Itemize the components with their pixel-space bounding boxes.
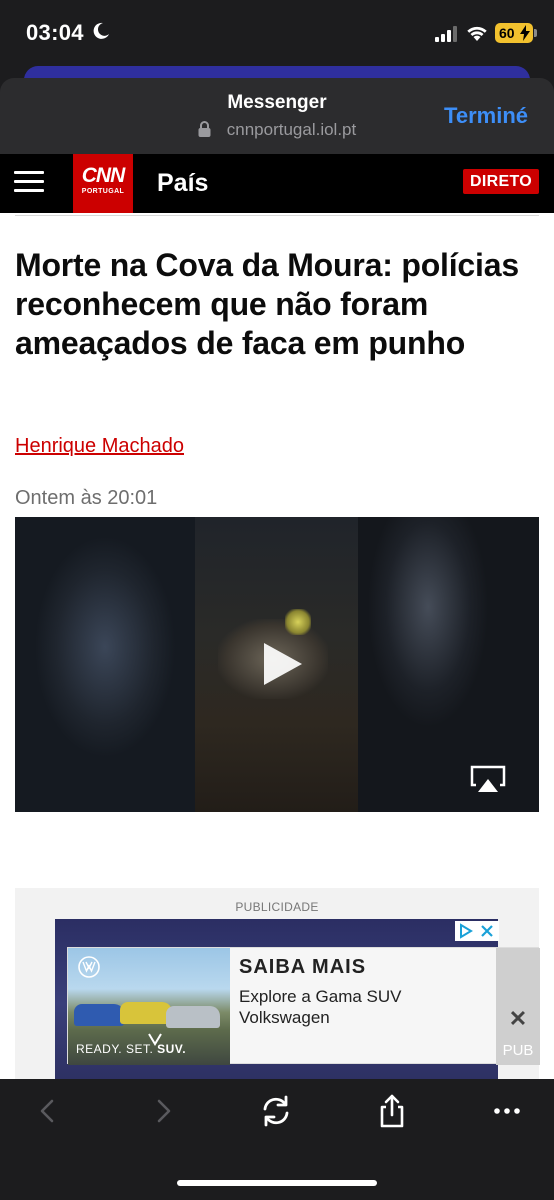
ad-cta-body[interactable]: Explore a Gama SUV Volkswagen xyxy=(239,986,439,1028)
status-bar: 03:04 60 xyxy=(0,0,554,66)
advertisement: PUBLICIDADE READY. SET. SUV. SAIBA MAIS … xyxy=(15,888,540,1079)
close-icon[interactable]: ✕ xyxy=(496,1006,540,1032)
signal-icon xyxy=(435,26,457,42)
site-navbar: CNN PORTUGAL País DIRETO xyxy=(0,154,554,213)
vw-logo xyxy=(78,956,100,978)
home-indicator xyxy=(177,1180,377,1186)
section-title[interactable]: País xyxy=(157,169,208,198)
airplay-icon[interactable] xyxy=(470,765,506,793)
ad-image: READY. SET. SUV. xyxy=(68,948,230,1065)
video-player[interactable] xyxy=(15,517,539,812)
video-blur-left xyxy=(15,517,195,812)
car-silver xyxy=(166,1006,220,1028)
article-headline: Morte na Cova da Moura: polícias reconhe… xyxy=(15,247,519,361)
chevron-down-icon xyxy=(148,1033,162,1046)
back-icon[interactable] xyxy=(30,1093,66,1129)
more-icon[interactable] xyxy=(489,1093,525,1129)
lock-icon xyxy=(198,121,211,137)
live-button[interactable]: DIRETO xyxy=(463,169,539,194)
video-blur-right xyxy=(358,517,539,812)
ad-cta-title[interactable]: SAIBA MAIS xyxy=(239,956,366,979)
share-icon[interactable] xyxy=(374,1093,410,1129)
adchoices-icon[interactable] xyxy=(455,921,499,941)
status-time: 03:04 xyxy=(26,20,84,45)
article-content: Morte na Cova da Moura: polícias reconhe… xyxy=(0,213,554,1079)
battery-level: 60 xyxy=(499,25,515,41)
ad-label: PUBLICIDADE xyxy=(235,900,319,914)
battery-indicator: 60 xyxy=(495,23,537,43)
hamburger-icon[interactable] xyxy=(14,171,44,195)
car-yellow xyxy=(120,1002,172,1024)
forward-icon[interactable] xyxy=(145,1093,181,1129)
browser-toolbar xyxy=(0,1079,554,1200)
wifi-icon xyxy=(467,26,487,41)
ad-tagline: READY. SET. SUV. xyxy=(76,1042,187,1056)
publish-date: Ontem às 20:01 xyxy=(15,487,158,509)
ad-close-panel[interactable]: ✕ PUB xyxy=(496,948,540,1065)
url-text: cnnportugal.iol.pt xyxy=(226,120,357,139)
in-app-browser-header: Messenger cnnportugal.iol.pt Terminé xyxy=(0,66,554,154)
charging-bolt-icon xyxy=(520,25,530,41)
author-link[interactable]: Henrique Machado xyxy=(15,435,184,458)
play-icon[interactable] xyxy=(260,641,306,687)
done-button[interactable]: Terminé xyxy=(444,103,528,129)
video-scene-highlight xyxy=(285,609,311,635)
moon-icon xyxy=(93,22,109,39)
divider xyxy=(15,215,539,216)
ad-card[interactable]: READY. SET. SUV. SAIBA MAIS Explore a Ga… xyxy=(67,947,540,1065)
cnn-portugal-logo[interactable]: CNN PORTUGAL xyxy=(73,154,133,213)
reload-icon[interactable] xyxy=(258,1093,294,1129)
logo-sub-text: PORTUGAL xyxy=(81,188,125,195)
ad-pub-label: PUB xyxy=(502,1042,534,1059)
logo-main-text: CNN xyxy=(81,164,126,187)
browser-sheet: Messenger cnnportugal.iol.pt Terminé xyxy=(0,78,554,154)
car-blue xyxy=(74,1004,124,1026)
